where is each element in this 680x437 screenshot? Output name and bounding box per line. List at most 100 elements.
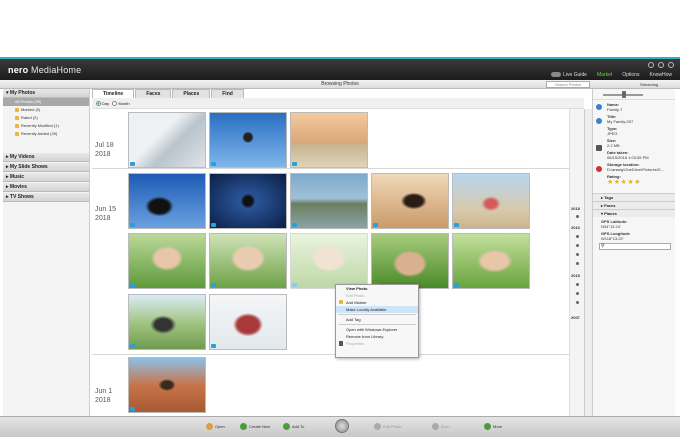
group-date: Jun 15 2018 bbox=[95, 206, 117, 222]
photo-thumbnail[interactable] bbox=[209, 294, 287, 350]
sidebar-item-all-photos[interactable]: All Photos (39) bbox=[3, 98, 89, 106]
photo-thumbnail[interactable] bbox=[290, 112, 368, 168]
photo-thumbnail[interactable] bbox=[209, 112, 287, 168]
window-controls bbox=[648, 62, 674, 68]
photo-thumbnail-selected[interactable] bbox=[290, 233, 368, 289]
more-button[interactable]: More bbox=[484, 423, 502, 431]
open-button[interactable]: Open bbox=[206, 423, 225, 431]
type-value: JPEG bbox=[607, 131, 618, 136]
radio-icon bbox=[96, 101, 101, 107]
edit-photo-button: Edit Photo bbox=[374, 423, 401, 431]
sidebar-item-recently-added[interactable]: Recently Added (39) bbox=[3, 130, 89, 138]
tab-find[interactable]: Find bbox=[211, 89, 244, 98]
cloud-icon bbox=[130, 223, 135, 227]
close-icon[interactable] bbox=[668, 62, 674, 68]
cloud-icon bbox=[211, 162, 216, 166]
bottom-toolbar: Open Create New Add To Edit Photo Burn M… bbox=[0, 416, 680, 437]
vertical-scrollbar[interactable] bbox=[584, 109, 592, 416]
photo-thumbnail[interactable] bbox=[371, 173, 449, 229]
marker-icon bbox=[15, 107, 19, 112]
info-icon bbox=[596, 104, 602, 110]
live-guide-toggle[interactable]: Live Guide bbox=[551, 72, 587, 78]
photo-thumbnail[interactable] bbox=[128, 173, 206, 229]
timeline-dot bbox=[576, 215, 579, 218]
properties-icon bbox=[339, 341, 343, 346]
context-menu: View Photo Edit Photo Add Marker Make Lo… bbox=[335, 284, 419, 358]
timeline-year[interactable]: 2015 bbox=[571, 273, 580, 278]
timeline-year[interactable]: 2016 bbox=[571, 225, 580, 230]
create-new-button[interactable]: Create New bbox=[240, 423, 270, 431]
details-panel: Name: Family-7 Title: My Family-007 Type… bbox=[592, 89, 675, 416]
menu-item-remove-from-library[interactable]: Remove from Library bbox=[336, 333, 418, 340]
clock-icon bbox=[15, 123, 19, 128]
options-menu[interactable]: Options bbox=[622, 72, 639, 78]
radio-icon bbox=[112, 101, 118, 107]
streaming-dropdown[interactable]: Streaming bbox=[640, 81, 658, 88]
month-radio[interactable]: Month bbox=[112, 101, 130, 107]
sidebar-item-rated[interactable]: Rated (2) bbox=[3, 114, 89, 122]
play-button[interactable] bbox=[335, 419, 349, 433]
sidebar-section-my-slide-shows[interactable]: ▸ My Slide Shows bbox=[3, 163, 89, 172]
sidebar-section-my-photos[interactable]: ▾ My Photos bbox=[3, 89, 89, 98]
search-icon: ⚲ bbox=[601, 243, 605, 249]
minimize-icon[interactable] bbox=[648, 62, 654, 68]
cloud-icon bbox=[130, 344, 135, 348]
search-input[interactable]: Search Photos bbox=[546, 81, 590, 88]
zoom-slider[interactable] bbox=[593, 89, 675, 100]
cloud-icon bbox=[211, 223, 216, 227]
menu-item-view-photo[interactable]: View Photo bbox=[336, 285, 418, 292]
sidebar-section-tv-shows[interactable]: ▸ TV Shows bbox=[3, 193, 89, 202]
timeline-year[interactable]: 2007 bbox=[571, 315, 580, 320]
sidebar-item-marked[interactable]: Marked (0) bbox=[3, 106, 89, 114]
more-icon bbox=[484, 423, 491, 431]
sidebar-item-recently-modified[interactable]: Recently Modified (1) bbox=[3, 122, 89, 130]
photo-thumbnail[interactable] bbox=[128, 112, 206, 168]
section-places[interactable]: ▾ Places bbox=[593, 209, 675, 217]
day-radio[interactable]: Day bbox=[96, 101, 109, 107]
photo-thumbnail[interactable] bbox=[209, 173, 287, 229]
title-value[interactable]: My Family-007 bbox=[593, 119, 675, 124]
places-search-input[interactable]: ⚲ bbox=[599, 243, 671, 250]
photo-thumbnail[interactable] bbox=[290, 173, 368, 229]
photo-thumbnail[interactable] bbox=[128, 233, 206, 289]
menu-item-add-marker[interactable]: Add Marker bbox=[336, 299, 418, 306]
menu-item-add-tag[interactable]: Add Tag bbox=[336, 316, 418, 323]
tab-timeline[interactable]: Timeline bbox=[92, 89, 135, 98]
photo-thumbnail[interactable] bbox=[452, 173, 530, 229]
sidebar-section-movies[interactable]: ▸ Movies bbox=[3, 183, 89, 192]
photo-thumbnail[interactable] bbox=[128, 294, 206, 350]
tab-places[interactable]: Places bbox=[172, 89, 211, 98]
add-to-button[interactable]: Add To bbox=[283, 423, 304, 431]
market-link[interactable]: Market bbox=[597, 72, 612, 78]
cloud-icon bbox=[130, 283, 135, 287]
timeline-year[interactable]: 2018 bbox=[571, 206, 580, 211]
section-faces[interactable]: ▸ Faces bbox=[593, 201, 675, 209]
clock-icon bbox=[15, 131, 19, 136]
top-navigation: Live Guide Market Options KnowHow bbox=[551, 72, 672, 78]
cloud-icon bbox=[292, 162, 297, 166]
zoom-slider-knob[interactable] bbox=[622, 91, 626, 98]
sidebar-section-music[interactable]: ▸ Music bbox=[3, 173, 89, 182]
knowhow-menu[interactable]: KnowHow bbox=[649, 72, 672, 78]
menu-item-open-with-explorer[interactable]: Open with Windows Explorer bbox=[336, 326, 418, 333]
tab-faces[interactable]: Faces bbox=[135, 89, 172, 98]
cloud-icon bbox=[454, 223, 459, 227]
info-icon bbox=[596, 118, 602, 124]
cloud-icon bbox=[130, 162, 135, 166]
timeline-scrubber[interactable]: 2018 2016 2015 2007 bbox=[569, 109, 584, 416]
size-value: 2.2 MB bbox=[607, 143, 620, 148]
rating-stars[interactable]: ★★★★★ bbox=[593, 179, 675, 187]
photo-thumbnail[interactable] bbox=[128, 357, 206, 413]
timeline-dot bbox=[576, 253, 579, 256]
add-icon bbox=[283, 423, 290, 431]
photo-thumbnail[interactable] bbox=[371, 233, 449, 289]
photo-thumbnail[interactable] bbox=[452, 233, 530, 289]
app-logo: nero MediaHome bbox=[8, 65, 82, 75]
day-month-selector: Day Month bbox=[92, 98, 584, 109]
menu-item-make-locally-available[interactable]: Make Locally Available bbox=[336, 306, 418, 313]
maximize-icon[interactable] bbox=[658, 62, 664, 68]
section-tags[interactable]: ▸ Tags bbox=[593, 193, 675, 201]
photo-thumbnail[interactable] bbox=[209, 233, 287, 289]
sidebar-section-my-videos[interactable]: ▸ My Videos bbox=[3, 153, 89, 162]
group-date: Jun 1 2018 bbox=[95, 388, 113, 404]
